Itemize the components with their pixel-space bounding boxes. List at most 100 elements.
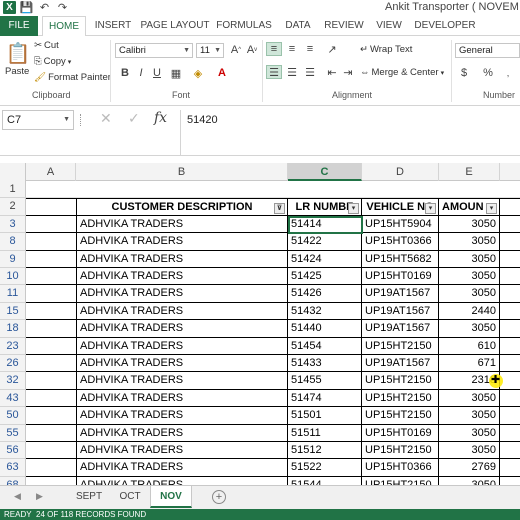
sheet-nav-next-icon[interactable]: ▶ [36, 491, 43, 502]
cell-vehicle-no[interactable]: UP19AT1567 [362, 355, 439, 373]
row-header[interactable]: 32 [0, 372, 26, 390]
cell-lr-number[interactable]: 51426 [288, 285, 362, 303]
tab-review[interactable]: REVIEW [322, 16, 366, 36]
cell-lr-number[interactable]: 51474 [288, 389, 362, 408]
tab-view[interactable]: VIEW [372, 16, 406, 36]
cell-vehicle-no[interactable]: UP15HT5904 [362, 215, 439, 234]
align-center-icon[interactable]: ☰ [284, 65, 300, 79]
cell-lr-number[interactable]: 51424 [288, 250, 362, 268]
table-row[interactable]: ADHVIKA TRADERS 51454 UP15HT2150 610 [26, 337, 520, 355]
column-header-a[interactable]: A [26, 163, 76, 181]
cell-customer-description[interactable]: ADHVIKA TRADERS [76, 302, 288, 321]
tab-file[interactable]: FILE [0, 16, 38, 36]
fill-color-icon[interactable]: ◈ [190, 66, 206, 80]
header-lr-number[interactable]: LR NUMBE ▾ [288, 199, 362, 217]
formula-input[interactable]: 51420 [180, 110, 520, 156]
cell-vehicle-no[interactable]: UP15HT2150 [362, 442, 439, 460]
cell-lr-number[interactable]: 51414 [288, 215, 362, 234]
empty-row[interactable] [26, 181, 520, 199]
table-row[interactable]: ADHVIKA TRADERS 51432 UP19AT1567 2440 [26, 302, 520, 321]
table-row[interactable]: ADHVIKA TRADERS 51426 UP19AT1567 3050 [26, 285, 520, 303]
header-customer-description[interactable]: CUSTOMER DESCRIPTION ⊽ [76, 199, 288, 217]
table-row[interactable]: ADHVIKA TRADERS 51511 UP15HT0169 3050 [26, 424, 520, 442]
cell-vehicle-no[interactable]: UP15HT0366 [362, 459, 439, 477]
merge-center-button[interactable]: ⇔ Merge & Center ▾ [360, 67, 444, 78]
filter-dropdown-icon[interactable]: ⊽ [274, 203, 285, 215]
cell-customer-description[interactable]: ADHVIKA TRADERS [76, 337, 288, 355]
cell-customer-description[interactable]: ADHVIKA TRADERS [76, 355, 288, 373]
cell-amount[interactable]: 3050 [439, 285, 500, 303]
column-header-e[interactable]: E [439, 163, 500, 181]
cell-vehicle-no[interactable]: UP15HT0366 [362, 233, 439, 251]
row-header[interactable]: 2 [0, 198, 26, 216]
cell-vehicle-no[interactable]: UP19AT1567 [362, 320, 439, 338]
tab-insert[interactable]: INSERT [92, 16, 134, 36]
align-right-icon[interactable]: ☰ [302, 65, 318, 79]
table-row[interactable]: ADHVIKA TRADERS 51440 UP19AT1567 3050 [26, 320, 520, 338]
insert-function-icon[interactable]: fx [154, 110, 167, 126]
wrap-text-button[interactable]: ↵ Wrap Text [360, 44, 412, 55]
column-header-c[interactable]: C [288, 163, 362, 181]
cell-customer-description[interactable]: ADHVIKA TRADERS [76, 459, 288, 477]
cell-amount[interactable]: 3050 [439, 250, 500, 268]
format-painter-button[interactable]: 🖌 Format Painter [34, 72, 111, 83]
table-row[interactable]: ADHVIKA TRADERS 51422 UP15HT0366 3050 [26, 233, 520, 251]
paste-button[interactable]: Paste [5, 66, 29, 77]
cell-lr-number[interactable]: 51512 [288, 442, 362, 460]
name-box[interactable]: C7 ▼ [2, 110, 74, 130]
column-header-d[interactable]: D [362, 163, 439, 181]
cell-amount[interactable]: 3050 [439, 476, 500, 485]
decrease-indent-icon[interactable]: ⇤ [324, 65, 340, 79]
align-middle-icon[interactable]: ≡ [284, 42, 300, 56]
cell-customer-description[interactable]: ADHVIKA TRADERS [76, 215, 288, 234]
row-header[interactable]: 55 [0, 424, 26, 442]
copy-button[interactable]: ⎘ Copy ▾ [34, 56, 71, 67]
cell-customer-description[interactable]: ADHVIKA TRADERS [76, 389, 288, 408]
number-format-select[interactable]: General [455, 43, 520, 58]
cell-vehicle-no[interactable]: UP15HT2150 [362, 407, 439, 425]
filter-dropdown-icon[interactable]: ▾ [425, 203, 436, 215]
cell-vehicle-no[interactable]: UP15HT2150 [362, 389, 439, 408]
cell-lr-number[interactable]: 51455 [288, 372, 362, 390]
cell-amount[interactable]: 2769 [439, 459, 500, 477]
grow-font-icon[interactable]: A ^ [228, 43, 244, 57]
cell-lr-number[interactable]: 51425 [288, 268, 362, 286]
cell-vehicle-no[interactable]: UP15HT2150 [362, 476, 439, 485]
row-header[interactable]: 10 [0, 268, 26, 286]
cell-amount[interactable]: 3050 [439, 233, 500, 251]
row-header[interactable]: 1 [0, 181, 26, 199]
align-bottom-icon[interactable]: ≡ [302, 42, 318, 56]
tab-home[interactable]: HOME [42, 16, 86, 37]
row-header[interactable]: 50 [0, 407, 26, 425]
bold-button[interactable]: B [117, 66, 133, 80]
sheet-tab-nov[interactable]: NOV [150, 486, 192, 508]
cell-customer-description[interactable]: ADHVIKA TRADERS [76, 233, 288, 251]
increase-indent-icon[interactable]: ⇥ [340, 65, 356, 79]
cell-amount[interactable]: 610 [439, 337, 500, 355]
row-header[interactable]: 15 [0, 302, 26, 321]
table-row[interactable]: ADHVIKA TRADERS 51544 UP15HT2150 3050 [26, 476, 520, 485]
cell-lr-number[interactable]: 51501 [288, 407, 362, 425]
cell-amount[interactable]: 3050 [439, 215, 500, 234]
row-header[interactable]: 8 [0, 233, 26, 251]
filter-dropdown-icon[interactable]: ▾ [486, 203, 497, 215]
row-header[interactable]: 3 [0, 215, 26, 234]
percent-button[interactable]: % [480, 66, 496, 80]
cell-lr-number[interactable]: 51440 [288, 320, 362, 338]
cell-customer-description[interactable]: ADHVIKA TRADERS [76, 250, 288, 268]
row-header[interactable]: 68 [0, 476, 26, 485]
table-row[interactable]: ADHVIKA TRADERS 51424 UP15HT5682 3050 [26, 250, 520, 268]
table-row[interactable]: ADHVIKA TRADERS 51512 UP15HT2150 3050 [26, 442, 520, 460]
table-row[interactable]: ADHVIKA TRADERS 51425 UP15HT0169 3050 [26, 268, 520, 286]
row-header[interactable]: 9 [0, 250, 26, 268]
row-header[interactable]: 63 [0, 459, 26, 477]
cell-amount[interactable]: 3050 [439, 268, 500, 286]
cell-customer-description[interactable]: ADHVIKA TRADERS [76, 372, 288, 390]
save-icon[interactable]: 💾 [20, 1, 34, 14]
sheet-nav-prev-icon[interactable]: ◀ [14, 491, 21, 502]
cell-customer-description[interactable]: ADHVIKA TRADERS [76, 407, 288, 425]
undo-icon[interactable]: ↶ [38, 1, 51, 14]
cell-vehicle-no[interactable]: UP19AT1567 [362, 302, 439, 321]
cell-vehicle-no[interactable]: UP15HT0169 [362, 268, 439, 286]
add-sheet-icon[interactable]: + [212, 490, 226, 504]
